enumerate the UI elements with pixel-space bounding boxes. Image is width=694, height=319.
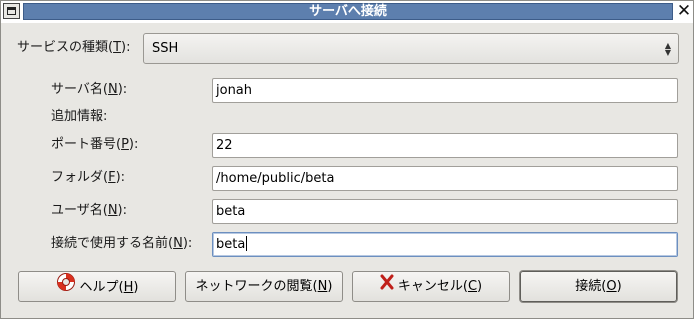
connection-name-label: 接続で使用する名前(N): [51,236,193,251]
help-button[interactable]: ヘルプ(H) [18,271,176,302]
port-field[interactable]: 22 [212,133,678,158]
folder-field[interactable]: /home/public/beta [212,166,678,191]
server-name-label: サーバ名(N): [51,82,128,97]
text-caret [246,236,248,251]
service-type-value: SSH [152,41,179,56]
connection-name-field[interactable]: beta [212,232,678,257]
window-menu-icon [7,7,16,15]
connect-to-server-dialog: サーバへ接続 ✕ サービスの種類(T): SSH ▲ ▼ サーバ名(N): jon… [0,0,694,319]
folder-label: フォルダ(F): [51,170,126,185]
window-menu-button[interactable] [3,3,20,19]
server-name-field[interactable]: jonah [212,78,678,103]
red-x-icon [380,272,394,301]
close-icon: ✕ [676,1,692,21]
close-button[interactable]: ✕ [676,2,692,20]
browse-network-button[interactable]: ネットワークの閲覧(N) [185,271,343,302]
lifebuoy-icon [56,272,76,303]
extra-info-heading: 追加情報: [51,109,108,124]
user-name-field[interactable]: beta [212,199,678,224]
up-down-chevron-icon: ▲ ▼ [664,41,672,57]
user-name-label: ユーザ名(N): [51,203,127,218]
cancel-button[interactable]: キャンセル(C) [352,271,510,302]
service-type-combo[interactable]: SSH ▲ ▼ [143,33,679,64]
title-bar: サーバへ接続 ✕ [1,1,693,23]
port-label: ポート番号(P): [51,137,139,152]
service-type-label: サービスの種類(T): [17,40,131,55]
connect-button[interactable]: 接続(O) [520,271,677,302]
window-title: サーバへ接続 [23,3,673,20]
